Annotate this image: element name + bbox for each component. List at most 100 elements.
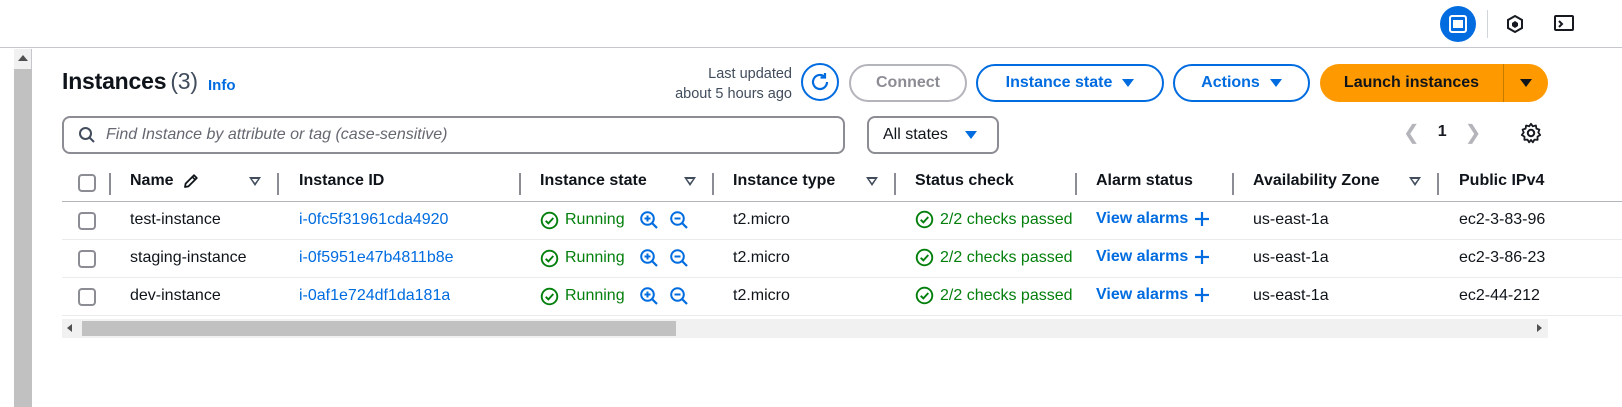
zoom-in-icon[interactable] [639, 210, 659, 230]
table-row[interactable]: test-instance i-0fc5f31961cda4920 Runnin… [62, 202, 1622, 240]
chevron-left-icon[interactable]: ❮ [1403, 120, 1420, 145]
horizontal-scrollbar[interactable] [62, 319, 1548, 338]
view-alarms-link[interactable]: View alarms [1096, 210, 1210, 228]
pencil-icon [183, 174, 198, 188]
actions-label: Actions [1201, 74, 1260, 91]
top-bar [0, 0, 1622, 48]
states-filter-select[interactable]: All states [867, 116, 999, 154]
plus-icon[interactable] [1194, 211, 1210, 227]
plus-icon[interactable] [1194, 249, 1210, 265]
column-label: Name [130, 172, 174, 189]
plus-icon[interactable] [1194, 287, 1210, 303]
zoom-out-icon[interactable] [669, 286, 689, 306]
column-header-alarm-status[interactable]: Alarm status [1096, 172, 1193, 190]
row-checkbox[interactable] [78, 212, 96, 230]
column-label: Instance type [733, 172, 836, 189]
table-row[interactable]: staging-instance i-0f5951e47b4811b8e Run… [62, 240, 1622, 278]
column-header-status-check[interactable]: Status check [915, 172, 1014, 190]
zoom-out-icon[interactable] [669, 248, 689, 268]
instance-id-link[interactable]: i-0af1e724df1da181a [299, 287, 450, 305]
caret-down-icon [965, 131, 977, 139]
actions-button[interactable]: Actions [1173, 64, 1310, 102]
instance-type: t2.micro [733, 287, 790, 304]
select-all-checkbox[interactable] [78, 174, 96, 192]
public-ipv4: ec2-3-86-23 [1459, 249, 1546, 266]
availability-zone: us-east-1a [1253, 249, 1329, 266]
terminal-icon[interactable] [1546, 6, 1582, 42]
instance-type: t2.micro [733, 249, 790, 266]
launch-dropdown-button[interactable] [1504, 64, 1548, 102]
zoom-in-icon[interactable] [639, 286, 659, 306]
caret-down-icon [1520, 79, 1532, 87]
refresh-button[interactable] [801, 63, 839, 101]
last-updated-time: about 5 hours ago [675, 86, 792, 102]
status-check-cell: 2/2 checks passed [915, 210, 1077, 229]
instance-type: t2.micro [733, 211, 790, 228]
hexagon-icon[interactable] [1497, 6, 1533, 42]
sort-icon[interactable] [1409, 177, 1421, 186]
caret-down-icon [1269, 79, 1282, 87]
sort-icon[interactable] [684, 177, 696, 186]
view-alarms-link[interactable]: View alarms [1096, 286, 1210, 304]
instance-state-button[interactable]: Instance state [976, 64, 1164, 102]
refresh-icon [811, 73, 829, 91]
column-header-instance-type[interactable]: Instance type [733, 172, 835, 190]
instance-id-link[interactable]: i-0f5951e47b4811b8e [299, 249, 454, 267]
scroll-right-icon[interactable] [1537, 324, 1542, 332]
column-separator [109, 173, 111, 195]
instance-state-label: Instance state [1005, 74, 1113, 91]
last-updated-label: Last updated [708, 66, 792, 82]
info-link[interactable]: Info [208, 77, 236, 94]
column-label: Public IPv4 [1459, 172, 1545, 189]
scrollbar-thumb[interactable] [14, 69, 32, 407]
check-circle-icon [540, 249, 559, 267]
connect-button[interactable]: Connect [849, 64, 967, 102]
check-circle-icon [540, 287, 559, 305]
availability-zone: us-east-1a [1253, 287, 1329, 304]
availability-zone: us-east-1a [1253, 211, 1329, 228]
column-header-instance-id[interactable]: Instance ID [299, 172, 384, 190]
sort-icon[interactable] [249, 177, 261, 186]
column-header-name[interactable]: Name [130, 172, 200, 190]
instance-state-text: Running [565, 287, 625, 304]
table-row[interactable]: dev-instance i-0af1e724df1da181a Running… [62, 278, 1622, 316]
sort-icon[interactable] [866, 177, 878, 186]
instance-state-cell: Running [540, 210, 689, 230]
column-label: Availability Zone [1253, 172, 1380, 189]
current-page[interactable]: 1 [1438, 123, 1447, 141]
instance-id-link[interactable]: i-0fc5f31961cda4920 [299, 211, 448, 229]
vertical-scrollbar[interactable] [14, 49, 32, 407]
instance-name: dev-instance [130, 287, 221, 304]
chevron-right-icon[interactable]: ❯ [1465, 120, 1482, 145]
scroll-up-icon[interactable] [18, 55, 28, 61]
row-checkbox[interactable] [78, 250, 96, 268]
launch-instances-button[interactable]: Launch instances [1320, 64, 1504, 102]
launch-instances-split-button: Launch instances [1320, 64, 1548, 102]
zoom-in-icon[interactable] [639, 248, 659, 268]
instance-count: (3) [170, 68, 198, 94]
column-header-availability-zone[interactable]: Availability Zone [1253, 172, 1380, 190]
table-header: Name Instance ID Instance state Instance… [62, 166, 1622, 202]
instance-state-text: Running [565, 249, 625, 266]
column-label: Status check [915, 172, 1014, 189]
column-header-public-ipv4[interactable]: Public IPv4 [1459, 172, 1544, 190]
column-separator [894, 173, 896, 195]
search-input[interactable] [106, 126, 806, 144]
scrollbar-thumb[interactable] [82, 321, 676, 336]
caret-down-icon [1122, 79, 1135, 87]
column-separator [1232, 173, 1234, 195]
zoom-out-icon[interactable] [669, 210, 689, 230]
public-ipv4: ec2-3-83-96 [1459, 211, 1546, 228]
states-filter-value: All states [883, 126, 948, 143]
page-title: Instances (3) [62, 68, 198, 95]
row-checkbox[interactable] [78, 288, 96, 306]
gear-icon[interactable] [1518, 120, 1544, 146]
instance-state-cell: Running [540, 286, 689, 306]
scroll-left-icon[interactable] [67, 324, 72, 332]
instances-table: Name Instance ID Instance state Instance… [62, 166, 1622, 316]
view-alarms-link[interactable]: View alarms [1096, 248, 1210, 266]
instance-state-cell: Running [540, 248, 689, 268]
column-header-instance-state[interactable]: Instance state [540, 172, 647, 190]
panel-icon[interactable] [1440, 6, 1476, 42]
instance-name: staging-instance [130, 249, 247, 266]
